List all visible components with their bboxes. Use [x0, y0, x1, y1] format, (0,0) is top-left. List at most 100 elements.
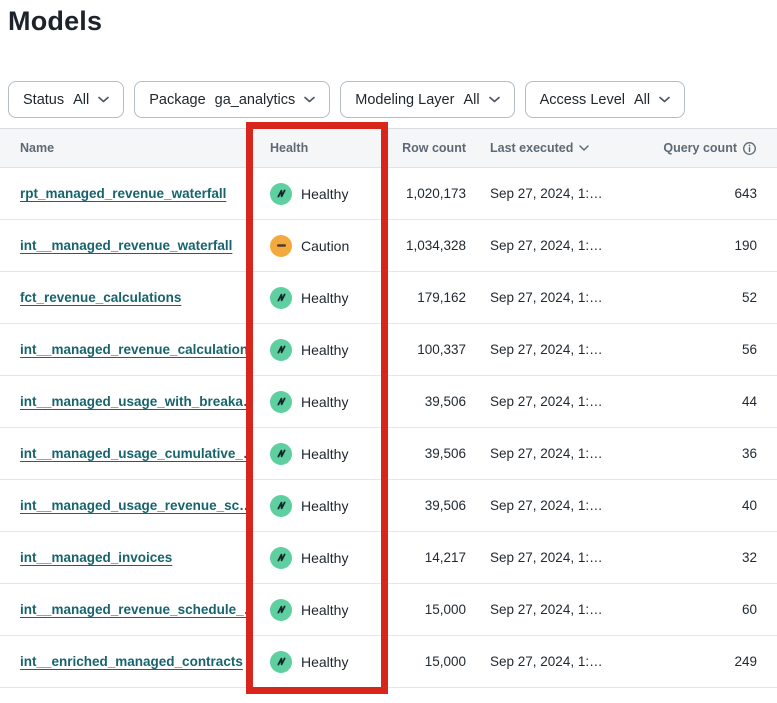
column-header-last-executed-label: Last executed [490, 141, 573, 155]
row-count-cell: 15,000 [392, 602, 466, 617]
modeling-layer-filter-dropdown[interactable]: Modeling Layer All [340, 81, 514, 118]
health-badge [270, 235, 292, 257]
model-name-link[interactable]: int__managed_revenue_schedule_… [20, 602, 250, 617]
model-name-link[interactable]: fct_revenue_calculations [20, 290, 181, 305]
column-header-last-executed[interactable]: Last executed [466, 141, 652, 155]
health-cell: Healthy [250, 547, 392, 569]
row-count-cell: 15,000 [392, 654, 466, 669]
last-executed-cell: Sep 27, 2024, 1:… [466, 446, 652, 461]
model-name-link[interactable]: int__managed_usage_with_breaka… [20, 394, 250, 409]
chevron-down-icon [98, 96, 109, 103]
table-header-row: Name Health Row count Last executed Quer… [0, 128, 777, 168]
query-count-cell: 60 [652, 602, 777, 617]
zap-icon [275, 551, 288, 564]
zap-icon [275, 291, 288, 304]
zap-icon [275, 603, 288, 616]
health-badge [270, 599, 292, 621]
model-name-link[interactable]: int__managed_usage_cumulative_… [20, 446, 250, 461]
model-name-link[interactable]: int__managed_revenue_calculations [20, 342, 250, 357]
zap-icon [275, 499, 288, 512]
table-row: fct_revenue_calculations Healthy 179,162… [0, 272, 777, 324]
last-executed-cell: Sep 27, 2024, 1:… [466, 550, 652, 565]
last-executed-cell: Sep 27, 2024, 1:… [466, 394, 652, 409]
model-name-link[interactable]: int__enriched_managed_contracts [20, 654, 243, 669]
zap-icon [275, 343, 288, 356]
name-cell: int__managed_revenue_calculations [0, 341, 250, 359]
query-count-cell: 56 [652, 342, 777, 357]
zap-icon [275, 395, 288, 408]
model-name-link[interactable]: int__managed_revenue_waterfall [20, 238, 232, 253]
query-count-cell: 32 [652, 550, 777, 565]
health-status-label: Caution [301, 238, 349, 254]
last-executed-cell: Sep 27, 2024, 1:… [466, 238, 652, 253]
query-count-cell: 643 [652, 186, 777, 201]
access-level-filter-dropdown[interactable]: Access Level All [525, 81, 686, 118]
column-header-name: Name [0, 141, 250, 155]
filter-value: All [634, 92, 650, 108]
health-status-label: Healthy [301, 342, 348, 358]
chevron-down-icon [304, 96, 315, 103]
models-table: Name Health Row count Last executed Quer… [0, 128, 777, 688]
health-cell: Healthy [250, 391, 392, 413]
name-cell: int__enriched_managed_contracts [0, 653, 250, 671]
name-cell: fct_revenue_calculations [0, 289, 250, 307]
table-row: int__managed_revenue_waterfall Caution 1… [0, 220, 777, 272]
filter-label: Modeling Layer [355, 92, 454, 108]
query-count-cell: 190 [652, 238, 777, 253]
health-status-label: Healthy [301, 446, 348, 462]
last-executed-cell: Sep 27, 2024, 1:… [466, 342, 652, 357]
name-cell: int__managed_invoices [0, 549, 250, 567]
name-cell: int__managed_usage_revenue_sc… [0, 497, 250, 515]
health-status-label: Healthy [301, 186, 348, 202]
health-cell: Healthy [250, 599, 392, 621]
name-cell: int__managed_usage_cumulative_… [0, 445, 250, 463]
row-count-cell: 179,162 [392, 290, 466, 305]
health-badge [270, 443, 292, 465]
last-executed-cell: Sep 27, 2024, 1:… [466, 654, 652, 669]
last-executed-cell: Sep 27, 2024, 1:… [466, 498, 652, 513]
query-count-cell: 36 [652, 446, 777, 461]
row-count-cell: 1,034,328 [392, 238, 466, 253]
table-body: rpt_managed_revenue_waterfall Healthy 1,… [0, 168, 777, 688]
filter-bar: Status All Package ga_analytics Modeling… [8, 81, 685, 118]
table-row: int__managed_revenue_schedule_… Healthy … [0, 584, 777, 636]
table-row: rpt_managed_revenue_waterfall Healthy 1,… [0, 168, 777, 220]
filter-label: Package [149, 92, 205, 108]
column-header-query-count: Query count [652, 141, 777, 156]
chevron-down-icon [659, 96, 670, 103]
model-name-link[interactable]: rpt_managed_revenue_waterfall [20, 186, 226, 201]
query-count-cell: 44 [652, 394, 777, 409]
name-cell: int__managed_revenue_schedule_… [0, 601, 250, 619]
column-header-row-count: Row count [392, 141, 466, 155]
column-header-health: Health [250, 141, 392, 155]
health-badge [270, 651, 292, 673]
table-row: int__managed_usage_with_breaka… Healthy … [0, 376, 777, 428]
health-status-label: Healthy [301, 550, 348, 566]
health-badge [270, 339, 292, 361]
table-row: int__managed_revenue_calculations Health… [0, 324, 777, 376]
health-badge [270, 183, 292, 205]
health-cell: Healthy [250, 287, 392, 309]
table-row: int__managed_usage_revenue_sc… Healthy 3… [0, 480, 777, 532]
model-name-link[interactable]: int__managed_usage_revenue_sc… [20, 498, 250, 513]
health-cell: Healthy [250, 183, 392, 205]
health-badge [270, 287, 292, 309]
filter-label: Access Level [540, 92, 625, 108]
query-count-cell: 52 [652, 290, 777, 305]
info-icon[interactable] [742, 141, 757, 156]
sort-chevron-down-icon [579, 145, 589, 151]
zap-icon [275, 655, 288, 668]
model-name-link[interactable]: int__managed_invoices [20, 550, 172, 565]
page-title: Models [8, 6, 102, 37]
health-cell: Healthy [250, 443, 392, 465]
last-executed-cell: Sep 27, 2024, 1:… [466, 602, 652, 617]
zap-icon [275, 447, 288, 460]
query-count-cell: 40 [652, 498, 777, 513]
health-cell: Healthy [250, 495, 392, 517]
status-filter-dropdown[interactable]: Status All [8, 81, 124, 118]
health-status-label: Healthy [301, 498, 348, 514]
table-row: int__managed_usage_cumulative_… Healthy … [0, 428, 777, 480]
health-badge [270, 495, 292, 517]
row-count-cell: 14,217 [392, 550, 466, 565]
package-filter-dropdown[interactable]: Package ga_analytics [134, 81, 330, 118]
